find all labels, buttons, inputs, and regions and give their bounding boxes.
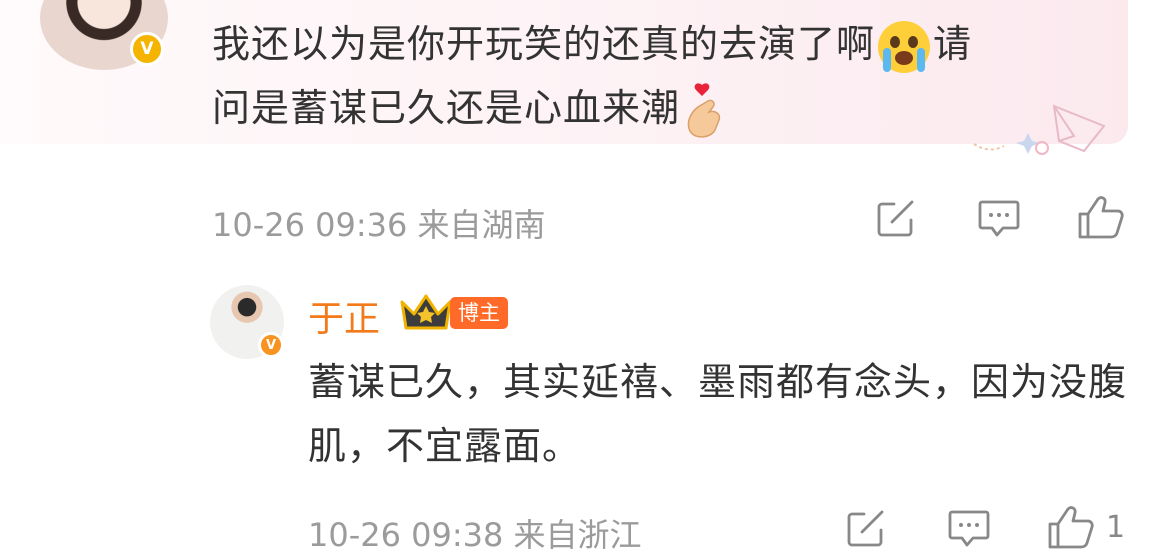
like-icon[interactable] xyxy=(1076,194,1126,240)
verified-icon: V xyxy=(258,332,284,358)
crying-face-icon xyxy=(878,20,931,73)
comment-text-line1: 我还以为是你开玩笑的还真的去演了啊 xyxy=(212,22,876,66)
comment-location: 来自湖南 xyxy=(417,206,546,244)
comment-icon[interactable] xyxy=(977,198,1021,240)
comment-icon[interactable] xyxy=(947,508,991,550)
comment-text: 我还以为是你开玩笑的还真的去演了啊 请 问是蓄谋已久还是心血来潮 xyxy=(212,12,1092,141)
reply-meta: 10-26 09:38 来自浙江 xyxy=(308,510,642,556)
reply-location: 来自浙江 xyxy=(513,516,642,554)
like-count: 1 xyxy=(1106,510,1126,545)
share-icon[interactable] xyxy=(876,198,918,238)
crown-icon xyxy=(400,294,452,330)
reply-timestamp: 10-26 09:38 xyxy=(308,516,504,554)
host-badge: 博主 xyxy=(450,297,508,329)
comment-timestamp: 10-26 09:36 xyxy=(212,206,408,244)
share-icon[interactable] xyxy=(846,508,888,548)
finger-heart-icon xyxy=(687,82,721,138)
comment-meta: 10-26 09:36 来自湖南 xyxy=(212,200,546,246)
reply-username[interactable]: 于正 xyxy=(308,290,380,342)
reply-text: 蓄谋已久，其实延禧、墨雨都有念头，因为没腹肌，不宜露面。 xyxy=(308,360,1128,468)
comment-text-line1-end: 请 xyxy=(933,22,973,66)
verified-icon: V xyxy=(130,32,164,66)
like-icon[interactable] xyxy=(1046,504,1096,550)
comment-text-line2: 问是蓄谋已久还是心血来潮 xyxy=(212,86,681,130)
